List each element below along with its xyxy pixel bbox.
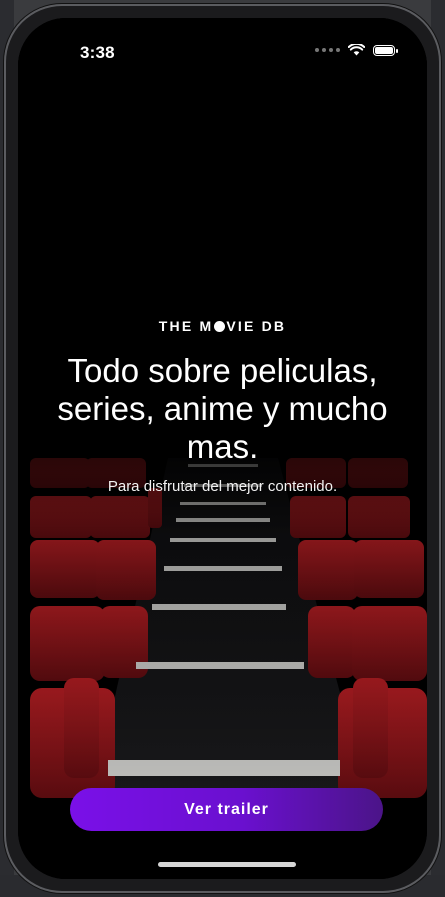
battery-icon (373, 44, 398, 56)
wifi-icon (348, 44, 365, 56)
brand-text-end: VIE DB (226, 318, 287, 334)
status-time: 3:38 (80, 43, 115, 62)
phone-frame: 3:38 THE M VIE DB Todo sobre peliculas, s… (4, 4, 441, 893)
status-bar: 3:38 (18, 18, 427, 88)
app-screen: 3:38 THE M VIE DB Todo sobre peliculas, s… (18, 18, 427, 879)
brand-logo: THE M VIE DB (159, 318, 286, 334)
watch-trailer-button[interactable]: Ver trailer (70, 788, 383, 831)
signal-dots-icon (315, 48, 340, 52)
headline: Todo sobre peliculas, series, anime y mu… (57, 352, 388, 465)
brand-text-start: THE M (158, 318, 214, 334)
hero-section: THE M VIE DB Todo sobre peliculas, series… (18, 318, 427, 495)
home-indicator[interactable] (158, 862, 296, 867)
logo-dot-icon (214, 320, 226, 332)
subtitle: Para disfrutar del mejor contenido. (107, 478, 338, 495)
status-icons (315, 44, 398, 56)
